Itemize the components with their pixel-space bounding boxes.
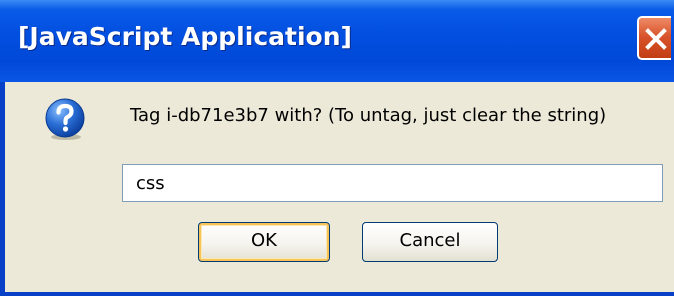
title-bar[interactable]: [JavaScript Application] <box>0 0 674 82</box>
close-icon <box>645 28 667 50</box>
tag-input[interactable] <box>122 164 663 202</box>
ok-button[interactable]: OK <box>198 222 330 262</box>
close-button[interactable] <box>637 16 671 60</box>
dialog-body: Tag i-db71e3b7 with? (To untag, just cle… <box>5 82 674 292</box>
window-title: [JavaScript Application] <box>18 22 352 51</box>
prompt-message: Tag i-db71e3b7 with? (To untag, just cle… <box>130 105 607 126</box>
question-mark-icon <box>45 98 85 140</box>
prompt-dialog: [JavaScript Application] Tag i-db71e3b7 … <box>0 0 674 296</box>
cancel-button[interactable]: Cancel <box>362 222 498 262</box>
